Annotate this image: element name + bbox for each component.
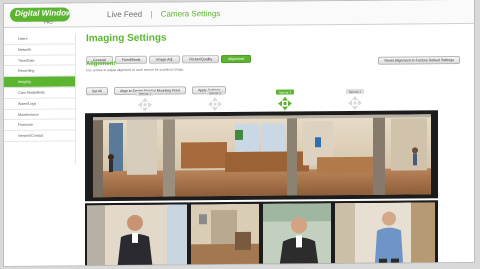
thumbnail-image [335, 202, 435, 267]
sensor-1-tab[interactable]: Sensor 1 [136, 90, 154, 96]
sidebar-item-users[interactable]: Users [4, 33, 75, 45]
nav-separator: | [150, 9, 153, 19]
top-nav: Live Feed | Camera Settings [107, 9, 226, 19]
action-buttons: Set AllAlign to Center Monitor Mounting … [86, 78, 232, 96]
top-bar: Digital Window PRO Live Feed | Camera Se… [4, 0, 474, 28]
section-description: Use arrows to adjust alignment of each s… [86, 67, 185, 73]
sidebar-item-imaging[interactable]: Imaging [4, 76, 75, 88]
sensor-3-tab[interactable]: Sensor 3 [276, 89, 294, 95]
tab-image-adj[interactable]: Image Adj. [149, 55, 181, 64]
set-all-button[interactable]: Set All [86, 87, 108, 96]
reset-alignment-button[interactable]: Reset Alignment to Factory Default Setti… [378, 56, 460, 65]
settings-tabs: General Fixed/Mods Image Adj. Flicker/Quali… [86, 47, 253, 65]
thumbnail-sensor-1[interactable] [87, 204, 187, 267]
logo-text: Digital Window [15, 8, 73, 18]
brand-logo[interactable]: Digital Window PRO [10, 6, 74, 25]
nav-live-feed[interactable]: Live Feed [107, 10, 142, 19]
main-content: Imaging Settings General Fixed/Mods Image … [84, 28, 468, 267]
thumbnail-sensor-3[interactable] [263, 203, 331, 267]
move-arrows-icon[interactable] [208, 97, 222, 112]
thumbnail-image [263, 203, 331, 267]
panorama-preview[interactable] [85, 110, 438, 202]
page-title: Imaging Settings [86, 32, 167, 45]
logo-sub: PRO [44, 19, 53, 25]
thumbnail-image [87, 204, 187, 267]
tab-fixed-mods[interactable]: Fixed/Mods [114, 55, 148, 65]
move-arrows-icon[interactable] [348, 95, 362, 110]
sidebar-item-recording[interactable]: Recording [4, 65, 75, 78]
sidebar-item-time-date[interactable]: Time/Date [4, 54, 75, 67]
tab-alignment[interactable]: Alignment [221, 54, 252, 64]
thumbnail-sensor-2[interactable] [191, 203, 259, 267]
sidebar-item-alarm-logs[interactable]: Alarm/Logs [4, 98, 75, 110]
move-arrows-icon-active[interactable] [278, 96, 292, 111]
app-window: Digital Window PRO Live Feed | Camera Se… [3, 0, 475, 267]
panorama-image [93, 114, 431, 198]
tab-flicker-quality[interactable]: Flicker/Quality [182, 55, 220, 64]
sidebar-item-firmware[interactable]: Firmware [4, 119, 75, 132]
sensor-thumbnails [85, 200, 438, 267]
sidebar-item-network[interactable]: Network [4, 44, 75, 56]
sidebar-item-maintenance[interactable]: Maintenance [4, 108, 75, 121]
nav-camera-settings[interactable]: Camera Settings [161, 9, 221, 19]
section-title: Alignment [86, 61, 116, 68]
thumbnail-sensor-4[interactable] [335, 202, 435, 267]
move-arrows-icon[interactable] [138, 97, 152, 112]
sidebar-item-version-contact[interactable]: Version/Contact [4, 130, 75, 142]
sensor-2-tab[interactable]: Sensor 2 [206, 90, 224, 96]
sensor-4-tab[interactable]: Sensor 4 [346, 88, 364, 95]
sidebar-item-cam-mode[interactable]: Cam Mode/Bnds [4, 87, 75, 99]
thumbnail-image [191, 203, 259, 267]
sidebar: Users Network Time/Date Recording Imagin… [4, 33, 76, 164]
